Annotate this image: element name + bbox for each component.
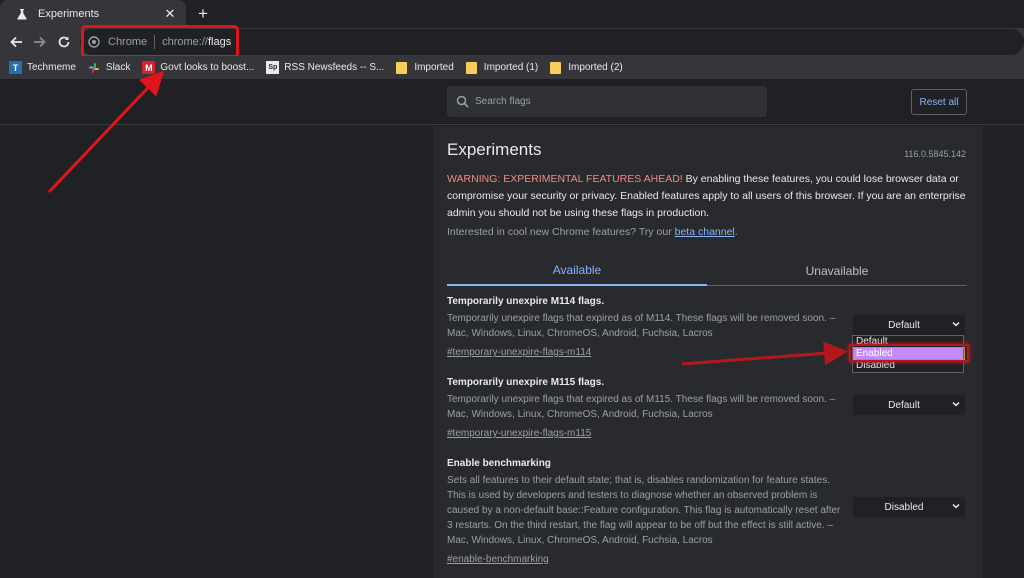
bookmark-label: Imported xyxy=(414,62,454,73)
warning-prefix: WARNING: EXPERIMENTAL FEATURES AHEAD! xyxy=(447,173,683,185)
experiment-m114: Temporarily unexpire M114 flags. Tempora… xyxy=(447,296,847,360)
bookmark-folder-imported-2[interactable]: Imported (2) xyxy=(550,61,623,74)
tab-strip: Experiments ✕ + xyxy=(0,0,1024,28)
enabled-annotation-inner-box xyxy=(853,347,965,360)
flag-select-benchmarking[interactable]: Disabled xyxy=(853,497,965,517)
bookmark-rss[interactable]: Sp RSS Newsfeeds -- S... xyxy=(266,61,384,74)
bookmarks-bar: T Techmeme Slack M Govt looks to boost..… xyxy=(0,56,1024,80)
tab-title: Experiments xyxy=(38,8,100,20)
chevron-down-icon xyxy=(952,503,960,509)
bookmark-techmeme[interactable]: T Techmeme xyxy=(9,61,76,74)
interest-text: Interested in cool new Chrome features? … xyxy=(447,226,738,238)
experiment-description: Sets all features to their default state… xyxy=(447,475,841,546)
experiment-benchmarking: Enable benchmarking Sets all features to… xyxy=(447,458,847,567)
beta-channel-link[interactable]: beta channel xyxy=(675,226,735,238)
bookmark-folder-imported[interactable]: Imported xyxy=(396,61,454,74)
slack-icon xyxy=(88,61,101,74)
flask-icon xyxy=(14,6,30,22)
interest-label: Interested in cool new Chrome features? … xyxy=(447,226,675,238)
bookmark-label: Techmeme xyxy=(27,62,76,73)
tab-experiments[interactable]: Experiments ✕ xyxy=(0,0,186,28)
reset-all-button[interactable]: Reset all xyxy=(911,89,967,115)
tab-available[interactable]: Available xyxy=(447,256,707,286)
version-label: 116.0.5845.142 xyxy=(904,149,966,159)
folder-icon xyxy=(550,61,562,74)
techmeme-icon: T xyxy=(9,61,22,74)
warning-text: WARNING: EXPERIMENTAL FEATURES AHEAD! By… xyxy=(447,171,967,222)
bookmark-label: Imported (1) xyxy=(483,62,539,73)
experiment-name: Temporarily unexpire M115 flags. xyxy=(447,377,605,388)
search-icon xyxy=(456,95,469,108)
bookmark-govt[interactable]: M Govt looks to boost... xyxy=(142,61,254,74)
forward-button[interactable] xyxy=(30,32,50,52)
page-title: Experiments xyxy=(447,140,542,159)
address-annotation-box xyxy=(81,25,239,58)
tab-unavailable[interactable]: Unavailable xyxy=(707,256,967,286)
bookmark-label: Govt looks to boost... xyxy=(160,62,255,73)
select-value: Default xyxy=(888,399,920,411)
experiment-permalink[interactable]: #temporary-unexpire-flags-m115 xyxy=(447,426,847,441)
arrow-left-icon xyxy=(10,36,22,48)
search-flags-input[interactable]: Search flags xyxy=(447,86,767,117)
search-placeholder: Search flags xyxy=(475,96,531,107)
new-tab-button[interactable]: + xyxy=(193,4,213,24)
experiment-name: Enable benchmarking xyxy=(447,458,551,469)
experiment-description: Temporarily unexpire flags that expired … xyxy=(447,313,836,339)
experiment-description: Temporarily unexpire flags that expired … xyxy=(447,394,836,420)
experiment-permalink[interactable]: #enable-benchmarking xyxy=(447,552,847,567)
m-icon: M xyxy=(142,61,156,74)
select-value: Disabled xyxy=(884,501,924,513)
select-value: Default xyxy=(888,319,920,331)
bookmark-label: RSS Newsfeeds -- S... xyxy=(284,62,385,73)
bookmark-folder-imported-1[interactable]: Imported (1) xyxy=(465,61,539,74)
arrow-right-icon xyxy=(34,36,46,48)
experiment-m115: Temporarily unexpire M115 flags. Tempora… xyxy=(447,377,847,441)
close-tab-icon[interactable]: ✕ xyxy=(162,6,178,22)
bookmark-slack[interactable]: Slack xyxy=(88,61,130,74)
folder-icon xyxy=(465,61,477,74)
flag-select-m114[interactable]: Default xyxy=(853,315,965,335)
interest-end: . xyxy=(734,226,738,238)
flag-select-m115[interactable]: Default xyxy=(853,395,965,415)
folder-icon xyxy=(396,61,408,74)
sp-icon: Sp xyxy=(266,61,280,74)
bookmark-label: Imported (2) xyxy=(568,62,623,73)
reload-button[interactable] xyxy=(54,32,74,52)
experiment-permalink[interactable]: #temporary-unexpire-flags-m114 xyxy=(447,345,847,360)
back-button[interactable] xyxy=(6,32,26,52)
bookmark-label: Slack xyxy=(105,62,131,73)
chevron-down-icon xyxy=(952,321,960,327)
experiment-name: Temporarily unexpire M114 flags. xyxy=(447,296,605,307)
flags-tabs: Available Unavailable xyxy=(447,256,967,286)
reload-icon xyxy=(58,36,70,48)
chevron-down-icon xyxy=(952,401,960,407)
flags-header: Search flags Reset all xyxy=(0,80,1024,125)
